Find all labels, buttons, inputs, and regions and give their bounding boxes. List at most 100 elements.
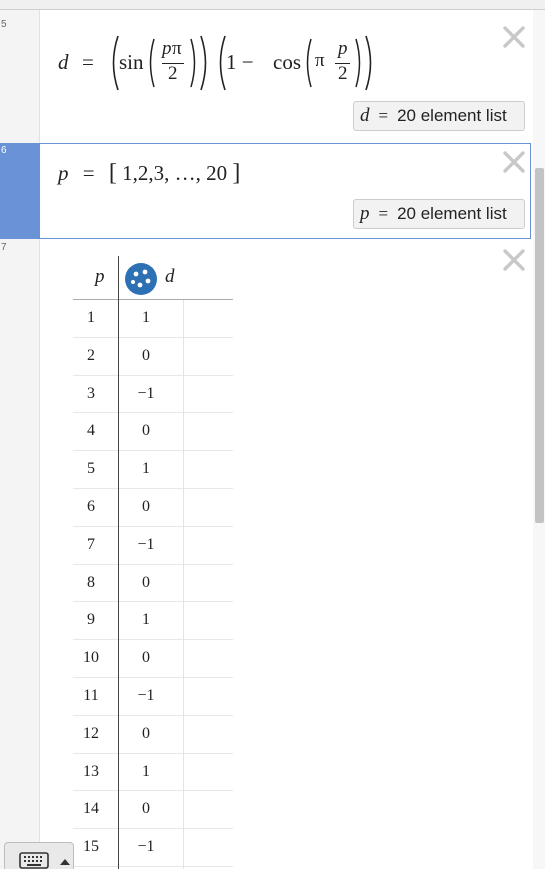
table-row: 13 1 — [73, 754, 233, 792]
table-cell-p[interactable]: 11 — [73, 678, 109, 715]
close-icon — [503, 151, 525, 173]
table-cell-d[interactable]: 0 — [119, 716, 173, 753]
top-strip — [0, 0, 545, 10]
table-cell-d[interactable]: 0 — [119, 338, 173, 375]
table-cell-d[interactable]: 1 — [119, 602, 173, 639]
data-table[interactable]: p d 1 1 2 0 3 −1 4 0 5 1 6 0 7 −1 8 0 9 1 10 0 11 −1 12 0 13 1 14 0… — [73, 256, 233, 869]
table-cell-p[interactable]: 14 — [73, 791, 109, 828]
table-cell-d[interactable]: −1 — [119, 527, 173, 564]
result-text: 20 element list — [397, 106, 507, 125]
pi-constant: π — [315, 50, 325, 71]
equals-sign: = — [82, 50, 94, 74]
delete-expression-button[interactable] — [502, 25, 526, 49]
table-row: 15 −1 — [73, 829, 233, 867]
table-cell-p[interactable]: 7 — [73, 527, 109, 564]
table-cell-d[interactable]: 0 — [119, 565, 173, 602]
one-minus: 1 − — [226, 50, 254, 74]
table-row: 7 −1 — [73, 527, 233, 565]
table-row: 91 — [73, 602, 233, 641]
scrollbar-thumb[interactable] — [535, 168, 544, 523]
point-style-icon — [125, 263, 157, 295]
column-divider — [183, 300, 184, 869]
list-bracket-open: [ — [108, 160, 117, 186]
evaluation-result: p = 20 element list — [353, 199, 525, 229]
fraction-denominator: 2 — [338, 63, 348, 84]
table-row: 3 −1 — [73, 376, 233, 414]
table-cell-p[interactable]: 4 — [73, 413, 109, 450]
result-equals: = — [378, 106, 389, 125]
expression-formula[interactable]: d = sin p π 2 1 − cos π p 2 — [58, 34, 388, 94]
right-paren-icon — [190, 38, 196, 88]
left-paren-icon — [306, 38, 312, 88]
result-text: 20 element list — [397, 204, 507, 223]
delete-expression-button[interactable] — [502, 150, 526, 174]
sin-function: sin — [119, 50, 144, 74]
table-row: 51 — [73, 451, 233, 489]
cos-function: cos — [273, 50, 301, 74]
close-icon — [503, 26, 525, 48]
list-contents: 1,2,3, …, 20 — [122, 161, 228, 185]
result-equals: = — [378, 204, 389, 223]
right-paren-icon — [200, 35, 207, 91]
close-icon — [503, 249, 525, 271]
selected-gutter — [0, 143, 40, 239]
table-cell-p[interactable]: 12 — [73, 716, 109, 753]
table-cell-p[interactable]: 8 — [73, 565, 109, 602]
table-cell-d[interactable]: 0 — [119, 791, 173, 828]
result-variable: d — [360, 105, 370, 126]
table-cell-p[interactable]: 13 — [73, 754, 109, 791]
table-row: 12 0 — [73, 716, 233, 754]
table-header-row: p d — [73, 256, 233, 300]
caret-up-icon — [60, 859, 70, 865]
table-cell-d[interactable]: 0 — [119, 489, 173, 526]
equals-sign: = — [82, 161, 95, 185]
table-row: 60 — [73, 489, 233, 527]
expression-list-panel: 5 d = sin p π 2 1 − cos π p 2 d = 20 ele… — [0, 0, 545, 869]
table-cell-d[interactable]: 1 — [119, 300, 173, 337]
lhs-variable: p — [58, 161, 69, 185]
table-row: 40 — [73, 413, 233, 452]
line-number: 7 — [1, 242, 7, 253]
right-paren-icon — [365, 35, 372, 91]
keyboard-toggle-button[interactable] — [4, 842, 74, 869]
line-number: 5 — [1, 19, 7, 30]
table-cell-d[interactable]: −1 — [119, 376, 173, 413]
line-number: 6 — [1, 145, 7, 156]
table-cell-d[interactable]: 0 — [119, 413, 173, 450]
table-cell-p[interactable]: 3 — [73, 376, 109, 413]
table-cell-p[interactable]: 9 — [73, 602, 109, 639]
table-row: 11 −1 — [73, 678, 233, 716]
table-row: 10 0 — [73, 640, 233, 678]
fraction-numerator-p: p — [162, 38, 172, 59]
table-row: 80 — [73, 565, 233, 603]
expression-formula[interactable]: p = [ 1,2,3, …, 20 ] — [58, 160, 240, 187]
fraction-numerator-p: p — [338, 38, 348, 59]
left-paren-icon — [149, 38, 155, 88]
column-divider — [118, 256, 119, 869]
table-cell-d[interactable]: −1 — [119, 829, 173, 866]
table-cell-p[interactable]: 10 — [73, 640, 109, 677]
table-row: 14 0 — [73, 791, 233, 830]
line-gutter — [0, 10, 40, 869]
table-cell-d[interactable]: −1 — [119, 678, 173, 715]
right-paren-icon — [355, 38, 361, 88]
table-cell-p[interactable]: 1 — [73, 300, 109, 337]
point-style-button[interactable] — [124, 262, 158, 296]
table-cell-p[interactable]: 5 — [73, 451, 109, 488]
table-cell-d[interactable]: 0 — [119, 640, 173, 677]
table-cell-p[interactable]: 2 — [73, 338, 109, 375]
table-row: 20 — [73, 338, 233, 376]
delete-expression-button[interactable] — [502, 248, 526, 272]
lhs-variable: d — [58, 50, 69, 74]
table-cell-d[interactable]: 1 — [119, 754, 173, 791]
keyboard-icon — [19, 852, 49, 869]
table-cell-d[interactable]: 1 — [119, 451, 173, 488]
table-cell-p[interactable]: 15 — [73, 829, 109, 866]
fraction-numerator-pi: π — [172, 38, 182, 59]
fraction-denominator: 2 — [168, 63, 178, 84]
list-bracket-close: ] — [232, 160, 241, 186]
table-row: 11 — [73, 300, 233, 338]
evaluation-result: d = 20 element list — [353, 101, 525, 131]
result-variable: p — [360, 203, 370, 224]
table-cell-p[interactable]: 6 — [73, 489, 109, 526]
